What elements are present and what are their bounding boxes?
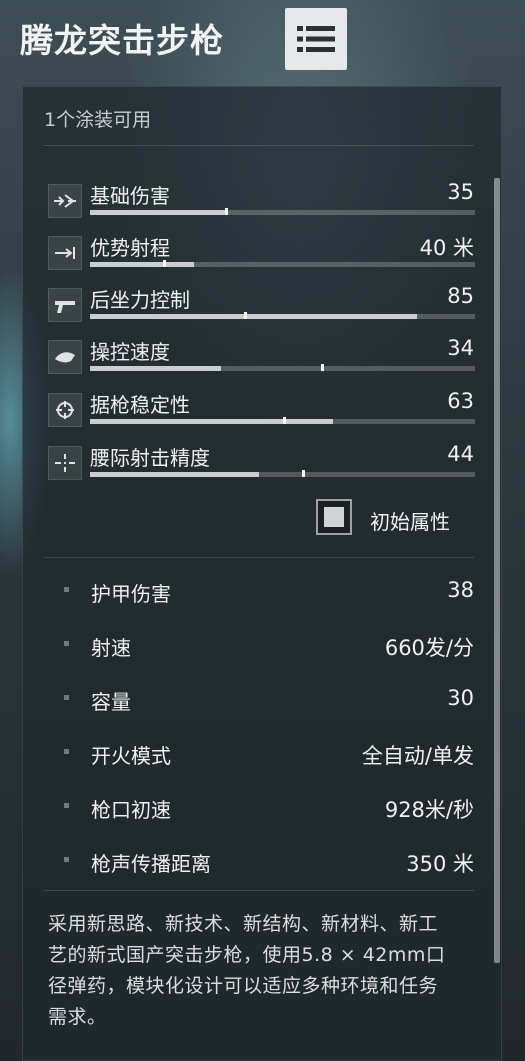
bullet-icon [64, 587, 69, 592]
stat-bar [90, 260, 475, 267]
recoil-icon [48, 288, 82, 322]
bullet-icon [64, 641, 69, 646]
stat-bar-fill [90, 472, 259, 477]
skins-available-text[interactable]: 1个涂装可用 [44, 105, 151, 132]
stat-hipfire-accuracy: 腰际射击精度 44 [48, 440, 476, 490]
weapon-title: 腾龙突击步枪 [20, 21, 224, 60]
attribute-value: 30 [447, 686, 474, 710]
attribute-label: 枪口初速 [91, 798, 171, 822]
attribute-row: 开火模式 全自动/单发 [60, 734, 474, 774]
attribute-value: 38 [447, 578, 474, 602]
stat-bar-fill [90, 419, 333, 424]
attribute-label: 容量 [91, 690, 131, 714]
attribute-row: 枪口初速 928米/秒 [60, 788, 474, 828]
stat-value: 44 [447, 442, 474, 466]
hipfire-icon [48, 446, 82, 480]
bullet-icon [64, 695, 69, 700]
handling-icon [48, 340, 82, 374]
damage-icon [48, 184, 82, 218]
attribute-row: 射速 660发/分 [60, 626, 474, 666]
stat-value: 85 [447, 284, 474, 308]
stat-base-marker [225, 208, 228, 215]
list-view-button[interactable] [285, 8, 347, 70]
stat-aim-stability: 据枪稳定性 63 [48, 387, 476, 437]
stat-bar [90, 417, 475, 424]
stat-base-marker [321, 364, 324, 371]
scrollbar[interactable] [494, 178, 500, 963]
attribute-label: 射速 [91, 636, 131, 660]
stat-bar [90, 364, 475, 371]
checkbox-indicator [324, 507, 344, 527]
stat-label: 据枪稳定性 [90, 393, 190, 417]
stat-value: 40 米 [419, 236, 474, 260]
attribute-label: 开火模式 [91, 744, 171, 768]
attribute-value: 928米/秒 [384, 798, 474, 822]
stat-base-marker [163, 260, 166, 267]
bullet-icon [64, 749, 69, 754]
stat-base-marker [244, 312, 247, 319]
range-icon [48, 236, 82, 270]
stat-bar-fill [90, 210, 225, 215]
attribute-value: 350 米 [406, 852, 474, 876]
stat-bar-fill [90, 366, 221, 371]
base-attributes-label[interactable]: 初始属性 [370, 506, 450, 535]
stat-bar [90, 312, 475, 319]
stat-bar-fill [90, 314, 417, 319]
stat-effective-range: 优势射程 40 米 [48, 230, 476, 280]
stat-value: 63 [447, 389, 474, 413]
stat-value: 34 [447, 336, 474, 360]
bullet-icon [64, 803, 69, 808]
bullet-icon [64, 857, 69, 862]
stat-label: 优势射程 [90, 236, 170, 260]
attribute-value: 660发/分 [384, 636, 474, 660]
stat-label: 操控速度 [90, 340, 170, 364]
attribute-row: 枪声传播距离 350 米 [60, 842, 474, 882]
weapon-description: 采用新思路、新技术、新结构、新材料、新工艺的新式国产突击步枪，使用5.8 × 4… [48, 913, 446, 1028]
stat-bar [90, 470, 475, 477]
stat-handling-speed: 操控速度 34 [48, 334, 476, 384]
list-icon [297, 26, 335, 52]
base-attributes-checkbox[interactable] [316, 499, 352, 535]
stat-value: 35 [447, 180, 474, 204]
divider [44, 890, 474, 891]
stat-base-damage: 基础伤害 35 [48, 178, 476, 228]
stat-label: 基础伤害 [90, 184, 170, 208]
attribute-label: 护甲伤害 [91, 582, 171, 606]
stat-base-marker [283, 417, 286, 424]
stat-base-marker [302, 470, 305, 477]
divider [44, 557, 474, 558]
stat-label: 后坐力控制 [90, 288, 190, 312]
stat-recoil-control: 后坐力控制 85 [48, 282, 476, 332]
divider [44, 145, 474, 146]
attribute-label: 枪声传播距离 [91, 852, 211, 876]
stat-bar-fill [90, 262, 194, 267]
stat-label: 腰际射击精度 [90, 446, 210, 470]
attribute-row: 护甲伤害 38 [60, 572, 474, 612]
stability-icon [48, 393, 82, 427]
attribute-value: 全自动/单发 [361, 744, 474, 768]
stat-bar [90, 208, 475, 215]
attribute-row: 容量 30 [60, 680, 474, 720]
